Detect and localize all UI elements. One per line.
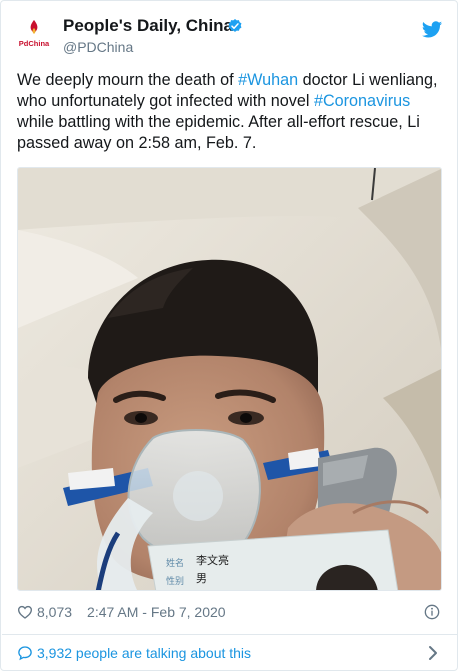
account-name[interactable]: People's Daily, China <box>63 16 233 36</box>
divider <box>2 634 458 635</box>
chevron-right-icon[interactable] <box>427 645 439 661</box>
hashtag-coronavirus-link[interactable]: #Coronavirus <box>314 92 410 110</box>
hashtag-wuhan-link[interactable]: #Wuhan <box>238 71 298 89</box>
tweet-timestamp[interactable]: 2:47 AM - Feb 7, 2020 <box>87 604 226 620</box>
id-card-label-name: 姓名 <box>166 557 184 569</box>
avatar-text: PdChina <box>19 39 50 48</box>
tweet-text: We deeply mourn the death of #Wuhan doct… <box>17 70 447 154</box>
talking-count[interactable]: 3,932 people are talking about this <box>37 645 251 661</box>
like-count[interactable]: 8,073 <box>37 604 72 620</box>
info-icon[interactable] <box>424 604 440 620</box>
tweet-text-part: We deeply mourn the death of <box>17 71 239 89</box>
conversation-link[interactable]: 3,932 people are talking about this <box>17 643 443 663</box>
verified-badge-icon <box>228 19 242 32</box>
account-handle[interactable]: @PDChina <box>63 39 133 55</box>
id-card-label-sex: 性别 <box>166 575 184 587</box>
comment-bubble-icon <box>18 646 32 661</box>
twitter-bird-icon[interactable] <box>421 19 443 41</box>
tweet-text-part: while battling with the epidemic. After … <box>17 113 420 152</box>
tweet-card: PdChina People's Daily, China @PDChina W… <box>0 0 458 671</box>
id-card-name: 李文亮 <box>196 553 229 567</box>
id-card-sex: 男 <box>196 572 207 585</box>
heart-icon[interactable] <box>17 604 33 620</box>
pdchina-logo[interactable]: PdChina <box>15 16 53 54</box>
tweet-meta: 8,073 2:47 AM - Feb 7, 2020 <box>17 602 443 622</box>
tweet-photo[interactable]: 姓名 李文亮 性别 男 <box>17 167 442 591</box>
